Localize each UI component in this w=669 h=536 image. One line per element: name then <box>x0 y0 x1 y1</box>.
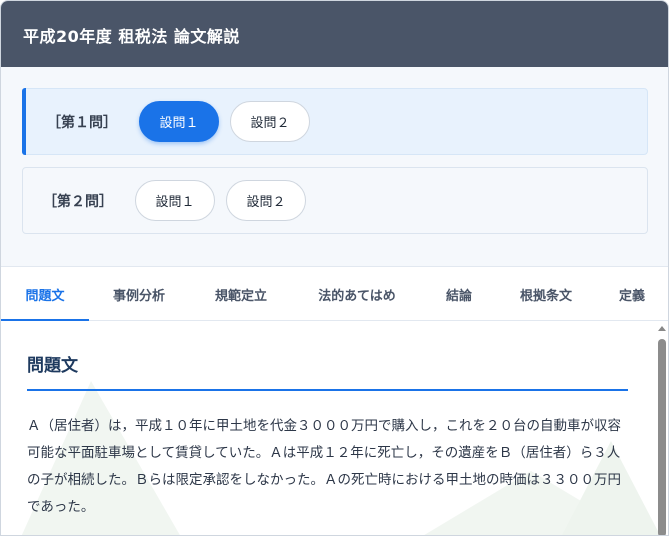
problem-text: Ａ（居住者）は，平成１０年に甲土地を代金３０００万円で購入し，これを２０台の自動… <box>27 418 621 515</box>
tab-bar: 問題文 事例分析 規範定立 法的あてはめ 結論 根拠条文 定義 <box>1 266 668 322</box>
q2-sub2-button[interactable]: 設問２ <box>226 180 306 221</box>
active-indicator <box>22 88 26 155</box>
question-1-group: ［第１問］ 設問１ 設問２ <box>22 88 648 155</box>
q2-sub1-button[interactable]: 設問１ <box>135 180 215 221</box>
tab-articles[interactable]: 根拠条文 <box>506 267 586 321</box>
tab-case-analysis[interactable]: 事例分析 <box>99 267 179 321</box>
content-panel: 問題文 Ａ（居住者）は，平成１０年に甲土地を代金３０００万円で購入し，これを２０… <box>1 321 668 535</box>
question-2-label: ［第２問］ <box>43 194 113 210</box>
q1-sub1-button[interactable]: 設問１ <box>139 101 219 142</box>
scroll-up-arrow-icon[interactable] <box>658 326 666 331</box>
tab-problem-label: 問題文 <box>25 288 65 304</box>
tab-case-analysis-label: 事例分析 <box>112 288 165 304</box>
section-title: 問題文 <box>27 356 78 376</box>
tab-norm[interactable]: 規範定立 <box>201 267 281 321</box>
tab-conclusion-label: 結論 <box>445 288 472 304</box>
title-divider <box>27 389 628 391</box>
q1-sub2-button[interactable]: 設問２ <box>230 101 310 142</box>
tab-application-label: 法的あてはめ <box>318 288 396 304</box>
scrollbar-thumb[interactable] <box>658 339 666 535</box>
tab-application[interactable]: 法的あてはめ <box>301 267 413 321</box>
scrollbar[interactable] <box>656 321 668 535</box>
question-2-group: ［第２問］ 設問１ 設問２ <box>22 167 648 234</box>
question-1-label: ［第１問］ <box>47 115 117 131</box>
app-header: 平成20年度 租税法 論文解説 <box>1 1 668 67</box>
app-window: 平成20年度 租税法 論文解説 ［第１問］ 設問１ 設問２ ［第２問］ 設問１ … <box>0 0 669 536</box>
page-title: 平成20年度 租税法 論文解説 <box>23 27 240 46</box>
tab-definitions[interactable]: 定義 <box>609 267 655 321</box>
tab-definitions-label: 定義 <box>618 288 645 304</box>
tab-conclusion[interactable]: 結論 <box>431 267 487 321</box>
tab-articles-label: 根拠条文 <box>519 288 572 304</box>
tab-problem[interactable]: 問題文 <box>1 267 89 322</box>
tab-norm-label: 規範定立 <box>214 288 267 304</box>
